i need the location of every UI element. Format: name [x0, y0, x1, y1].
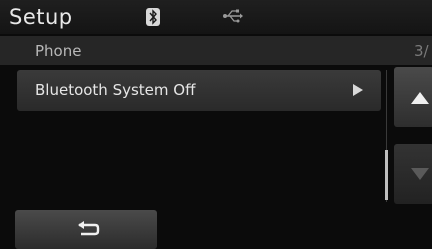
subheader-bar: Phone 3/: [0, 36, 432, 65]
play-icon: [353, 84, 363, 96]
usb-icon: [223, 9, 243, 23]
page-title: Setup: [9, 5, 73, 29]
list-item-label: Bluetooth System Off: [35, 81, 196, 99]
header-bar: Setup: [0, 0, 432, 34]
section-title: Phone: [35, 42, 82, 60]
page-indicator: 3/: [414, 42, 429, 60]
back-button[interactable]: [15, 210, 157, 249]
scroll-up-button[interactable]: [394, 67, 432, 127]
back-arrow-icon: [78, 221, 100, 236]
scroll-down-button[interactable]: [394, 144, 432, 204]
triangle-up-icon: [411, 92, 429, 104]
scrollbar-thumb[interactable]: [385, 150, 388, 200]
bluetooth-icon: [146, 8, 160, 26]
triangle-down-icon: [411, 168, 429, 180]
list-item-bluetooth-system-off[interactable]: Bluetooth System Off: [17, 70, 381, 111]
